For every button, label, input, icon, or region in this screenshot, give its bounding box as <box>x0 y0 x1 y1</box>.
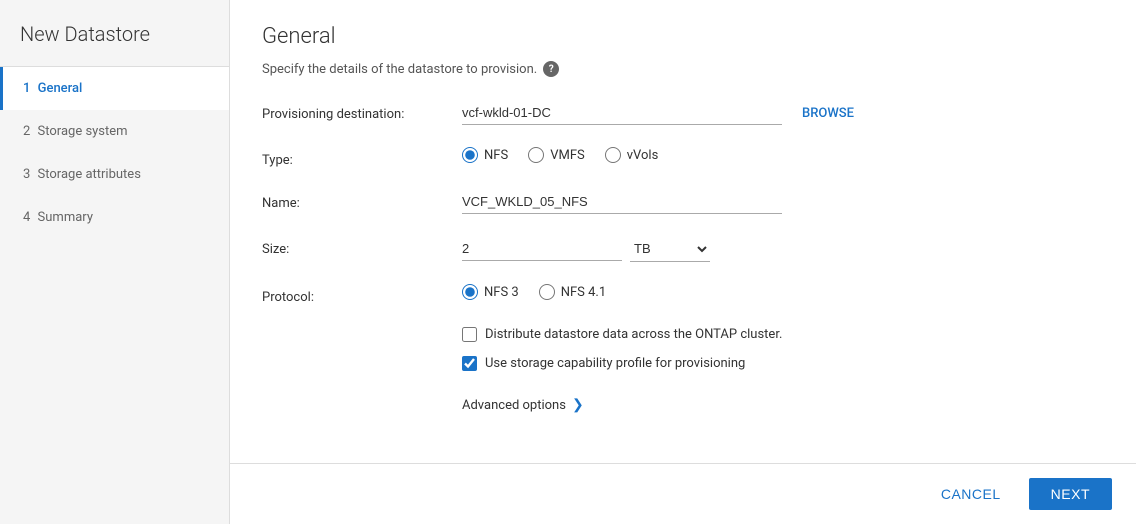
checkboxes-group: Distribute datastore data across the ONT… <box>462 327 782 371</box>
step-num-general: 1 <box>23 81 30 96</box>
storage-capability-checkbox-label[interactable]: Use storage capability profile for provi… <box>462 356 782 371</box>
footer: CANCEL NEXT <box>230 463 1136 524</box>
checkboxes-field: Distribute datastore data across the ONT… <box>462 327 1104 371</box>
step-num-summary: 4 <box>23 210 30 225</box>
protocol-nfs41-radio[interactable] <box>539 284 555 300</box>
type-vmfs-radio[interactable] <box>528 147 544 163</box>
protocol-nfs41-label: NFS 4.1 <box>561 285 606 300</box>
subtitle-text: Specify the details of the datastore to … <box>262 62 537 77</box>
sidebar-item-storage-attributes[interactable]: 3 Storage attributes <box>0 153 229 196</box>
browse-button[interactable]: BROWSE <box>802 106 854 121</box>
size-label: Size: <box>262 236 462 257</box>
type-vmfs-option[interactable]: VMFS <box>528 147 585 163</box>
size-row: Size: TB GB <box>262 236 1104 262</box>
checkboxes-label-spacer <box>262 327 462 333</box>
provisioning-destination-label: Provisioning destination: <box>262 101 462 122</box>
type-field: NFS VMFS vVols <box>462 147 1104 163</box>
protocol-radio-group: NFS 3 NFS 4.1 <box>462 284 606 300</box>
protocol-label: Protocol: <box>262 284 462 305</box>
type-label: Type: <box>262 147 462 168</box>
type-nfs-label: NFS <box>484 148 508 163</box>
distribute-checkbox-label[interactable]: Distribute datastore data across the ONT… <box>462 327 782 342</box>
name-input[interactable] <box>462 190 782 214</box>
sidebar-item-storage-system[interactable]: 2 Storage system <box>0 110 229 153</box>
type-nfs-option[interactable]: NFS <box>462 147 508 163</box>
protocol-nfs41-option[interactable]: NFS 4.1 <box>539 284 606 300</box>
size-field: TB GB <box>462 236 1104 262</box>
main-panel: General Specify the details of the datas… <box>230 0 1136 524</box>
storage-capability-checkbox[interactable] <box>462 356 477 371</box>
main-content: General Specify the details of the datas… <box>230 0 1136 463</box>
step-num-storage-attributes: 3 <box>23 167 30 182</box>
size-unit-select[interactable]: TB GB <box>630 236 710 262</box>
type-radio-group: NFS VMFS vVols <box>462 147 658 163</box>
protocol-nfs3-radio[interactable] <box>462 284 478 300</box>
size-input[interactable] <box>462 237 622 261</box>
protocol-field: NFS 3 NFS 4.1 <box>462 284 1104 300</box>
type-vvols-option[interactable]: vVols <box>605 147 659 163</box>
distribute-checkbox-text: Distribute datastore data across the ONT… <box>485 327 782 342</box>
sidebar-item-label-general: General <box>38 81 83 96</box>
next-button[interactable]: NEXT <box>1029 478 1112 510</box>
chevron-right-icon: ❯ <box>572 397 584 413</box>
sidebar-item-summary[interactable]: 4 Summary <box>0 196 229 239</box>
page-title: General <box>262 24 1104 49</box>
type-vvols-label: vVols <box>627 148 659 163</box>
protocol-row: Protocol: NFS 3 NFS 4.1 <box>262 284 1104 305</box>
provisioning-destination-input[interactable] <box>462 101 782 125</box>
sidebar-nav: 1 General 2 Storage system 3 Storage att… <box>0 67 229 239</box>
provisioning-destination-row: Provisioning destination: BROWSE <box>262 101 1104 125</box>
advanced-options-text: Advanced options <box>462 398 566 413</box>
storage-capability-checkbox-text: Use storage capability profile for provi… <box>485 356 745 371</box>
sidebar: New Datastore 1 General 2 Storage system… <box>0 0 230 524</box>
step-num-storage-system: 2 <box>23 124 30 139</box>
checkboxes-row: Distribute datastore data across the ONT… <box>262 327 1104 371</box>
sidebar-item-label-summary: Summary <box>38 210 93 225</box>
advanced-options-toggle[interactable]: Advanced options ❯ <box>462 397 584 413</box>
type-vvols-radio[interactable] <box>605 147 621 163</box>
advanced-options-row: Advanced options ❯ <box>262 393 1104 413</box>
protocol-nfs3-label: NFS 3 <box>484 285 519 300</box>
name-field <box>462 190 1104 214</box>
subtitle: Specify the details of the datastore to … <box>262 61 1104 77</box>
name-row: Name: <box>262 190 1104 214</box>
distribute-checkbox[interactable] <box>462 327 477 342</box>
help-icon[interactable]: ? <box>543 61 559 77</box>
advanced-options-label-spacer <box>262 393 462 399</box>
type-vmfs-label: VMFS <box>550 148 585 163</box>
cancel-button[interactable]: CANCEL <box>925 478 1017 510</box>
type-nfs-radio[interactable] <box>462 147 478 163</box>
name-label: Name: <box>262 190 462 211</box>
advanced-options-field: Advanced options ❯ <box>462 393 1104 413</box>
sidebar-item-label-storage-attributes: Storage attributes <box>38 167 141 182</box>
sidebar-item-label-storage-system: Storage system <box>38 124 128 139</box>
sidebar-item-general[interactable]: 1 General <box>0 67 229 110</box>
protocol-nfs3-option[interactable]: NFS 3 <box>462 284 519 300</box>
sidebar-title: New Datastore <box>0 0 229 67</box>
type-row: Type: NFS VMFS vVols <box>262 147 1104 168</box>
provisioning-destination-field: BROWSE <box>462 101 1104 125</box>
